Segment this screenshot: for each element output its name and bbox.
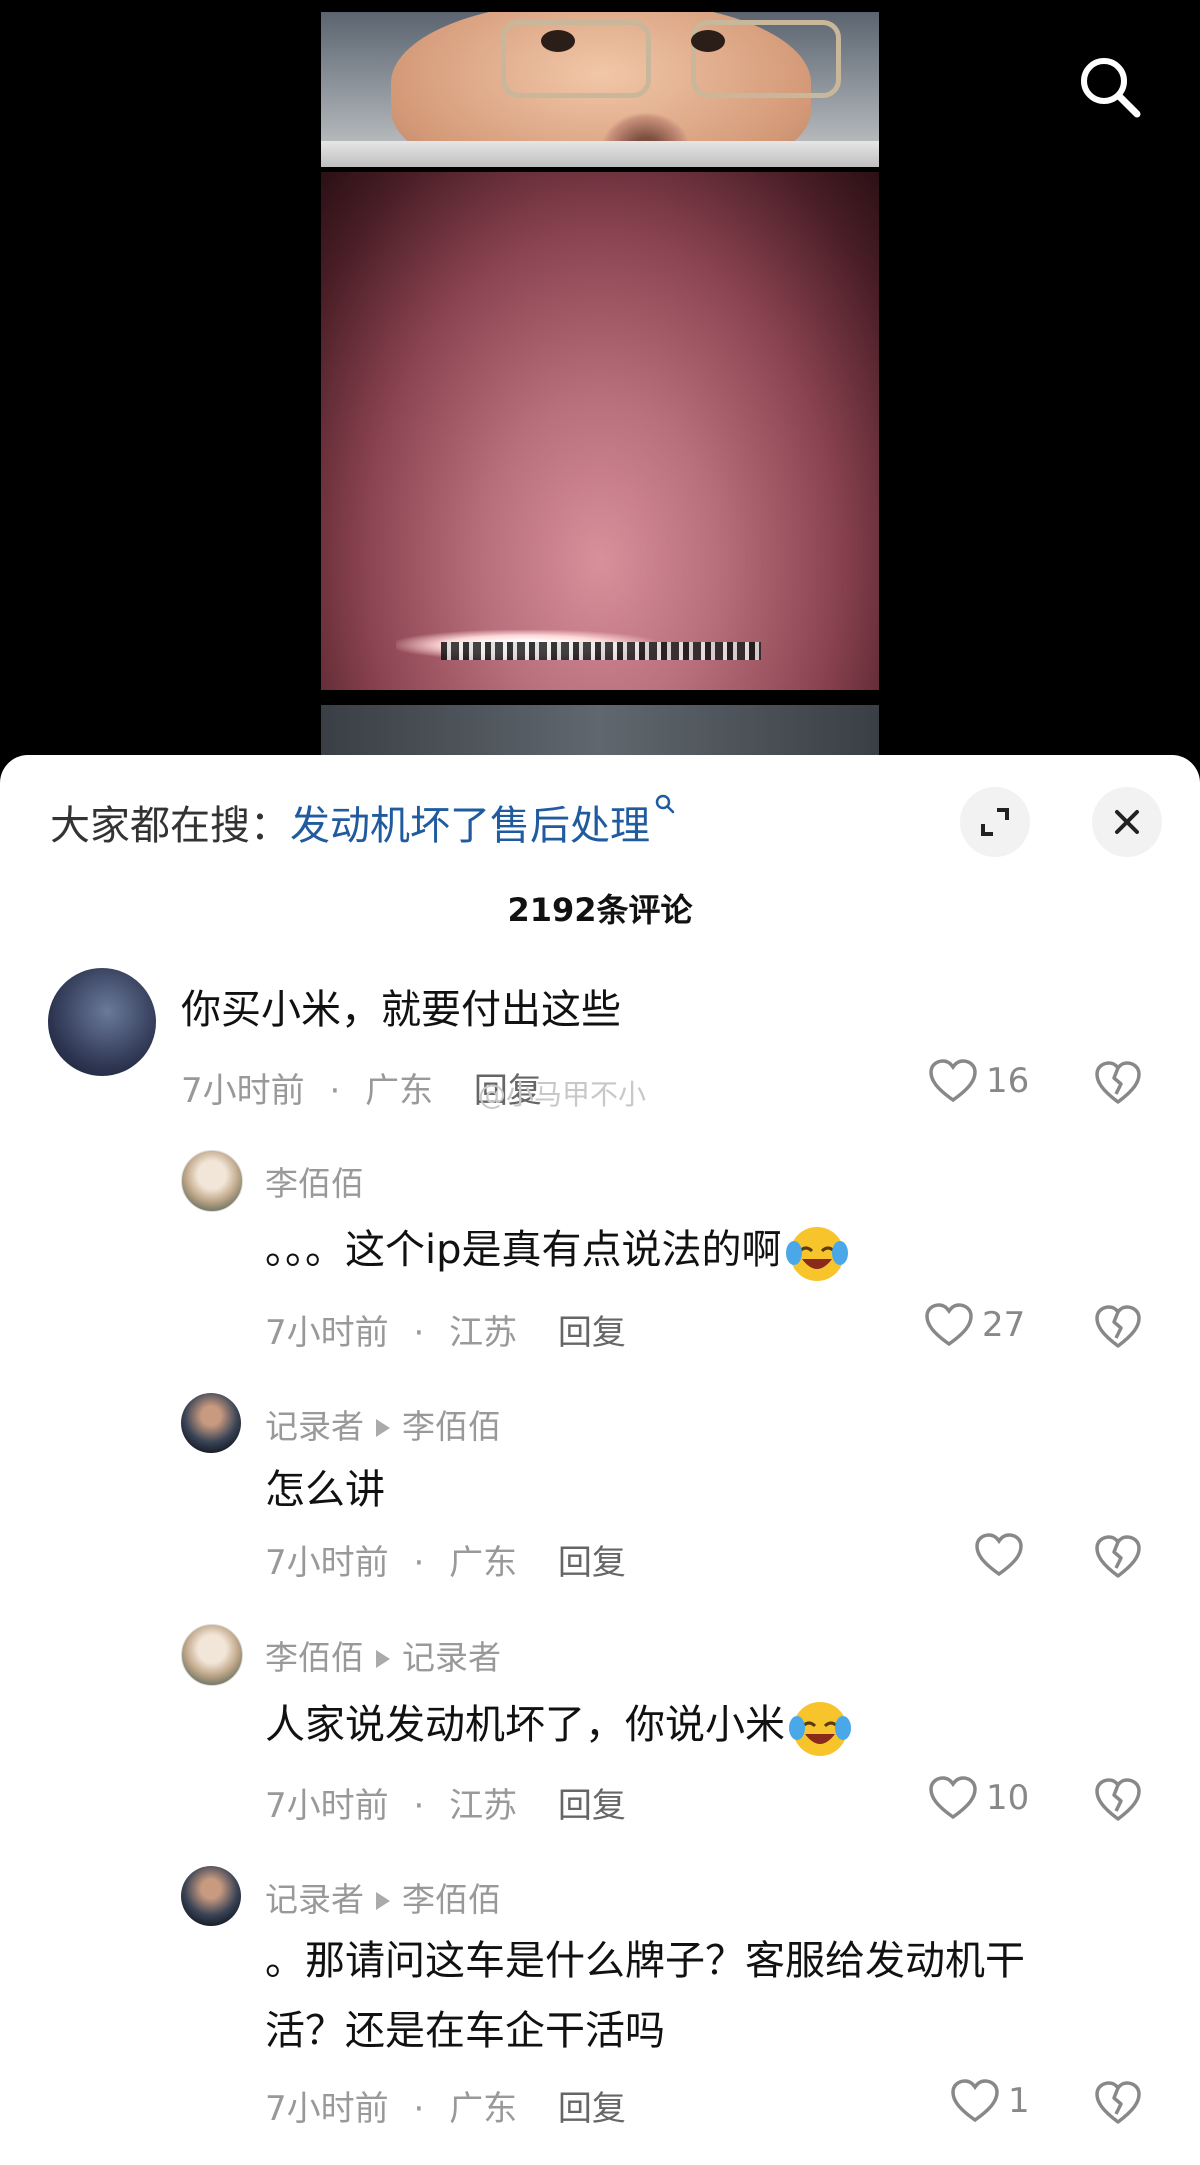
- laughing-crying-emoji-icon: [789, 1702, 851, 1756]
- comment-text: 。那请问这车是什么牌子？客服给发动机干 活？还是在车企干活吗: [265, 1926, 1025, 2066]
- like-button[interactable]: 1: [950, 2078, 1030, 2124]
- comment-time: 7小时前: [265, 1313, 389, 1353]
- comment-location: 广东: [449, 2089, 518, 2129]
- search-small-icon: [655, 794, 675, 814]
- comment-text: 人家说发动机坏了，你说小米: [265, 1690, 855, 1760]
- comment-username-line: 记录者 李佰佰: [265, 1873, 501, 1921]
- avatar[interactable]: [181, 1624, 243, 1686]
- meta-separator: ·: [413, 1786, 425, 1826]
- meta-separator: ·: [329, 1071, 341, 1111]
- comment-username[interactable]: 李佰佰: [265, 1157, 364, 1205]
- comment-text: 你买小米，就要付出这些: [181, 987, 621, 1033]
- eye-left: [541, 30, 575, 52]
- comment-location: 广东: [365, 1071, 434, 1111]
- video-frame-face: [321, 12, 879, 167]
- reply-arrow-icon: [376, 1649, 390, 1668]
- comment-username-line: 记录者 李佰佰: [265, 1400, 501, 1448]
- comment-text-line: 。那请问这车是什么牌子？客服给发动机干: [265, 1938, 1025, 1984]
- laughing-crying-emoji-icon: [785, 1227, 848, 1281]
- reply-to-username[interactable]: 李佰佰: [402, 1880, 501, 1919]
- reply-button[interactable]: 回复: [558, 1543, 626, 1583]
- expand-icon: [981, 808, 1009, 836]
- comment-time: 7小时前: [181, 1071, 305, 1111]
- search-icon[interactable]: [1075, 52, 1145, 122]
- avatar[interactable]: [181, 1150, 243, 1212]
- meta-separator: ·: [413, 1543, 425, 1583]
- comment-username[interactable]: 记录者: [265, 1880, 364, 1919]
- comment-sheet: 大家都在搜：发动机坏了售后处理 2192条评论 你买小米，就要付出这些 7小时前…: [0, 755, 1200, 2165]
- trending-search-keyword[interactable]: 发动机坏了售后处理: [290, 803, 650, 849]
- comment-location: 广东: [449, 1543, 518, 1583]
- expand-button[interactable]: [960, 787, 1030, 857]
- close-button[interactable]: [1092, 787, 1162, 857]
- like-button[interactable]: 10: [928, 1775, 1029, 1821]
- comment-time: 7小时前: [265, 1786, 389, 1826]
- reply-arrow-icon: [376, 1418, 390, 1437]
- comment-count: 2192条评论: [507, 891, 693, 929]
- trending-search-prefix: 大家都在搜：: [50, 803, 290, 849]
- reply-button[interactable]: 回复: [558, 1786, 626, 1826]
- trending-search-bar[interactable]: 大家都在搜：发动机坏了售后处理: [50, 793, 676, 851]
- heart-icon: [925, 1303, 973, 1347]
- like-count: 16: [986, 1061, 1030, 1101]
- comment-time: 7小时前: [265, 1543, 389, 1583]
- like-count: 1: [1008, 2081, 1030, 2121]
- comment-meta: 7小时前 · 广东 回复: [265, 1535, 626, 1584]
- heart-icon: [975, 1533, 1023, 1577]
- like-count: 27: [982, 1305, 1026, 1345]
- like-count: 10: [986, 1778, 1030, 1818]
- video-frame-night-road: [321, 172, 879, 690]
- meta-separator: ·: [413, 1313, 425, 1353]
- reply-to-username[interactable]: 记录者: [402, 1638, 501, 1677]
- video-player[interactable]: [0, 0, 1200, 785]
- heart-icon: [951, 2079, 999, 2123]
- comment-meta: 7小时前 · 江苏 回复: [265, 1778, 626, 1827]
- video-frame-border: [321, 141, 879, 167]
- comment-username[interactable]: 李佰佰: [265, 1638, 364, 1677]
- avatar[interactable]: [48, 968, 156, 1076]
- like-button[interactable]: [974, 1532, 1032, 1578]
- comment-text-line: 活？还是在车企干活吗: [265, 2008, 665, 2054]
- comment-text: 怎么讲: [265, 1467, 385, 1513]
- comment-location: 江苏: [449, 1313, 518, 1353]
- heart-icon: [929, 1059, 977, 1103]
- broken-heart-icon[interactable]: [1094, 2080, 1142, 2126]
- watermark: @小马甲不小: [478, 1078, 647, 1111]
- comment-time: 7小时前: [265, 2089, 389, 2129]
- reply-button[interactable]: 回复: [558, 1313, 626, 1353]
- comment-meta: 7小时前 · 广东 回复: [265, 2081, 626, 2130]
- comment-text-content: 。。。这个ip是真有点说法的啊: [265, 1227, 782, 1273]
- comment-meta: 7小时前 · 江苏 回复: [265, 1305, 626, 1354]
- broken-heart-icon[interactable]: [1094, 1534, 1142, 1580]
- comment-location: 江苏: [449, 1786, 518, 1826]
- heart-icon: [929, 1776, 977, 1820]
- avatar[interactable]: [181, 1866, 241, 1926]
- comment-text: 。。。这个ip是真有点说法的啊: [265, 1215, 852, 1285]
- close-icon: [1115, 810, 1139, 834]
- like-button[interactable]: 16: [928, 1058, 1029, 1104]
- eye-right: [691, 30, 725, 52]
- reply-button[interactable]: 回复: [558, 2089, 626, 2129]
- reply-to-username[interactable]: 李佰佰: [402, 1407, 501, 1446]
- avatar[interactable]: [181, 1393, 241, 1453]
- comment-text-content: 人家说发动机坏了，你说小米: [265, 1702, 785, 1748]
- reply-arrow-icon: [376, 1891, 390, 1910]
- broken-heart-icon[interactable]: [1094, 1777, 1142, 1823]
- broken-heart-icon[interactable]: [1094, 1304, 1142, 1350]
- comment-username[interactable]: 记录者: [265, 1407, 364, 1446]
- meta-separator: ·: [413, 2089, 425, 2129]
- comment-username-line: 李佰佰 记录者: [265, 1631, 501, 1679]
- like-button[interactable]: 27: [924, 1302, 1025, 1348]
- broken-heart-icon[interactable]: [1094, 1060, 1142, 1106]
- blurred-plate: [441, 642, 761, 660]
